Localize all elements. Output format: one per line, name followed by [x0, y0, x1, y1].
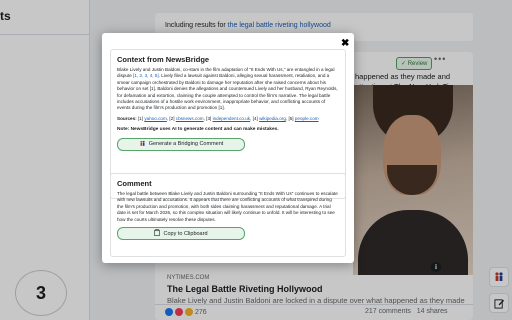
- context-text-continued: . Lively filed a lawsuit against Baldoni…: [117, 73, 338, 111]
- sources-label: Sources:: [117, 115, 137, 121]
- context-title: Context from NewsBridge: [117, 55, 210, 64]
- comment-body: The legal battle between Blake Lively an…: [117, 191, 338, 222]
- comment-title: Comment: [117, 179, 152, 188]
- source-link[interactable]: cbsnews.com: [176, 116, 204, 121]
- comment-panel: Comment The legal battle between Blake L…: [110, 173, 346, 257]
- generate-bridging-comment-button[interactable]: Generate a Bridging Comment: [117, 137, 245, 151]
- sources-list: Sources: [1] yahoo.com, [2] cbsnews.com,…: [117, 115, 319, 121]
- generate-button-label: Generate a Bridging Comment: [148, 141, 224, 148]
- source-number: [3]: [206, 115, 212, 121]
- source-number: [1]: [137, 115, 144, 121]
- source-link[interactable]: independent.co.uk: [213, 116, 251, 121]
- source-link[interactable]: yahoo.com: [144, 116, 166, 121]
- source-number: [5]: [288, 115, 294, 121]
- source-link[interactable]: wikipedia.org: [259, 116, 286, 121]
- context-refs[interactable]: [1, 2, 3, 4, 5]: [133, 73, 159, 78]
- copy-button-label: Copy to Clipboard: [163, 230, 208, 237]
- ai-disclaimer: Note: NewsBridge uses AI to generate con…: [117, 127, 279, 133]
- context-body: Blake Lively and Justin Baldoni, co-star…: [117, 67, 339, 134]
- source-number: [2]: [169, 115, 175, 121]
- source-number: [4]: [252, 115, 258, 121]
- clipboard-icon: [154, 229, 161, 238]
- source-link[interactable]: people.com: [295, 116, 319, 121]
- close-icon[interactable]: ✖: [341, 39, 349, 49]
- newsbridge-modal: ✖ Context from NewsBridge Blake Lively a…: [102, 33, 354, 263]
- copy-to-clipboard-button[interactable]: Copy to Clipboard: [117, 227, 245, 241]
- bridge-icon: [139, 140, 146, 149]
